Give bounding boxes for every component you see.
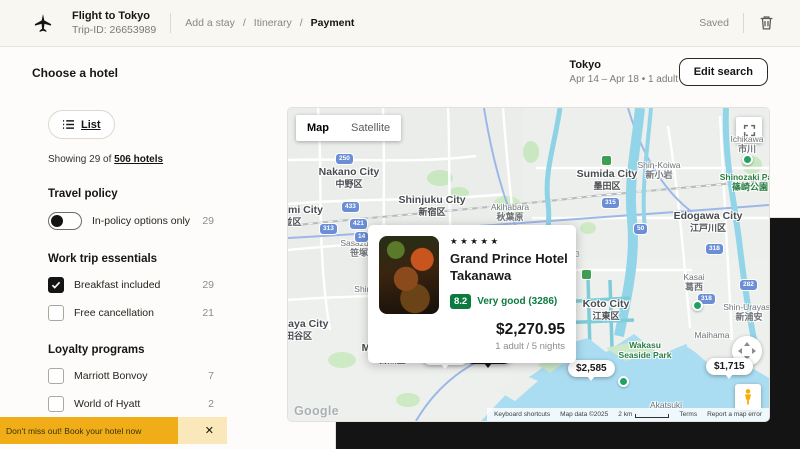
total-hotels-link[interactable]: 506 hotels — [114, 154, 163, 165]
pegman-icon — [739, 388, 757, 406]
hyatt-label: World of Hyatt — [74, 398, 140, 410]
hotel-price-pin[interactable]: $2,585 — [568, 360, 615, 377]
google-logo[interactable]: Google — [294, 404, 339, 418]
park-marker-icon — [618, 376, 629, 387]
map-data-label: Map data ©2025 — [560, 411, 608, 418]
rating-badge: 8.2 — [450, 294, 471, 309]
in-policy-toggle[interactable] — [48, 212, 82, 230]
hyatt-count: 2 — [208, 398, 214, 410]
results-summary: Showing 29 of 506 hotels — [48, 154, 214, 165]
hyatt-checkbox[interactable] — [48, 396, 64, 412]
results-count-text: Showing 29 of — [48, 154, 114, 165]
map-scale: 2 km — [618, 411, 669, 418]
airplane-icon — [32, 12, 54, 34]
breadcrumb-itinerary[interactable]: Itinerary — [254, 17, 292, 29]
toggle-knob — [51, 215, 63, 227]
breakfast-label: Breakfast included — [74, 279, 160, 291]
rating-label: Very good (3286) — [477, 296, 557, 307]
street-view-pegman[interactable] — [735, 384, 761, 410]
promo-banner: Don't miss out! Book your hotel now ✕ — [0, 417, 227, 444]
free-cancellation-count: 21 — [202, 307, 214, 319]
filter-row-breakfast[interactable]: Breakfast included 29 — [48, 277, 214, 293]
filter-row-marriott[interactable]: Marriott Bonvoy 7 — [48, 368, 214, 384]
in-policy-count: 29 — [202, 215, 214, 227]
loyalty-heading: Loyalty programs — [48, 344, 214, 356]
trip-title: Flight to Tokyo — [72, 10, 156, 22]
travel-policy-heading: Travel policy — [48, 188, 214, 200]
hotel-name: Grand Prince Hotel Takanawa — [450, 251, 568, 285]
filter-row-hyatt[interactable]: World of Hyatt 2 — [48, 396, 214, 412]
in-policy-toggle-row[interactable]: In-policy options only 29 — [48, 212, 214, 230]
breadcrumb-separator: / — [300, 17, 303, 29]
map-container: Map Satellite Nakano City中野区 Shinjuku Ci… — [288, 108, 769, 421]
marriott-checkbox[interactable] — [48, 368, 64, 384]
topbar: Flight to Tokyo Trip-ID: 26653989 Add a … — [0, 0, 800, 47]
hotel-price-pin[interactable]: $1,715 — [706, 358, 753, 375]
destination-label: Tokyo — [569, 59, 678, 71]
hotel-price: $2,270.95 — [379, 321, 565, 339]
breadcrumb-add-a-stay[interactable]: Add a stay — [185, 17, 235, 29]
marriott-label: Marriott Bonvoy — [74, 370, 148, 382]
fullscreen-button[interactable] — [736, 117, 762, 143]
promo-banner-close-icon[interactable]: ✕ — [205, 424, 214, 437]
divider — [170, 13, 171, 33]
list-view-label: List — [81, 119, 101, 131]
keyboard-shortcuts-link[interactable]: Keyboard shortcuts — [494, 411, 550, 418]
free-cancellation-label: Free cancellation — [74, 307, 154, 319]
hotel-price-details: 1 adult / 5 nights — [379, 341, 565, 352]
free-cancellation-checkbox[interactable] — [48, 305, 64, 321]
map-attribution: Keyboard shortcuts Map data ©2025 2 km T… — [487, 408, 769, 421]
date-summary: Apr 14 – Apr 18 • 1 adult — [569, 74, 678, 85]
check-icon — [51, 281, 61, 289]
list-view-button[interactable]: List — [51, 112, 112, 137]
trip-id: Trip-ID: 26653989 — [72, 24, 156, 36]
park-marker-icon — [742, 154, 753, 165]
breadcrumb: Add a stay / Itinerary / Payment — [185, 17, 354, 29]
in-policy-label: In-policy options only — [92, 215, 190, 227]
park-marker-icon — [692, 300, 703, 311]
hotel-photo — [379, 236, 439, 314]
hotel-card[interactable]: ★★★★★ Grand Prince Hotel Takanawa 8.2 Ve… — [368, 225, 576, 363]
terms-link[interactable]: Terms — [679, 411, 697, 418]
fullscreen-icon — [743, 124, 756, 137]
page-title: Choose a hotel — [32, 66, 118, 80]
hotel-stars: ★★★★★ — [450, 236, 568, 247]
saved-status: Saved — [699, 17, 729, 29]
search-summary: Tokyo Apr 14 – Apr 18 • 1 adult — [569, 59, 678, 85]
breakfast-checkbox[interactable] — [48, 277, 64, 293]
breakfast-count: 29 — [202, 279, 214, 291]
trash-icon[interactable] — [758, 14, 776, 32]
breadcrumb-payment[interactable]: Payment — [311, 17, 355, 29]
view-toggle: List Map — [48, 110, 115, 139]
map-type-map-button[interactable]: Map — [296, 122, 340, 134]
report-map-error-link[interactable]: Report a map error — [707, 411, 762, 418]
filters-sidebar: List Map Showing 29 of 506 hotels Travel… — [48, 110, 214, 449]
marriott-count: 7 — [208, 370, 214, 382]
essentials-heading: Work trip essentials — [48, 253, 214, 265]
filter-row-free-cancellation[interactable]: Free cancellation 21 — [48, 305, 214, 321]
edit-search-button[interactable]: Edit search — [679, 58, 768, 86]
map-scale-label: 2 km — [618, 411, 632, 418]
map-scale-bar — [635, 414, 669, 418]
breadcrumb-separator: / — [243, 17, 246, 29]
promo-banner-message: Don't miss out! Book your hotel now — [0, 426, 141, 436]
map-type-control: Map Satellite — [296, 115, 401, 141]
divider — [743, 13, 744, 33]
list-icon — [62, 119, 75, 130]
map-type-satellite-button[interactable]: Satellite — [340, 122, 401, 134]
